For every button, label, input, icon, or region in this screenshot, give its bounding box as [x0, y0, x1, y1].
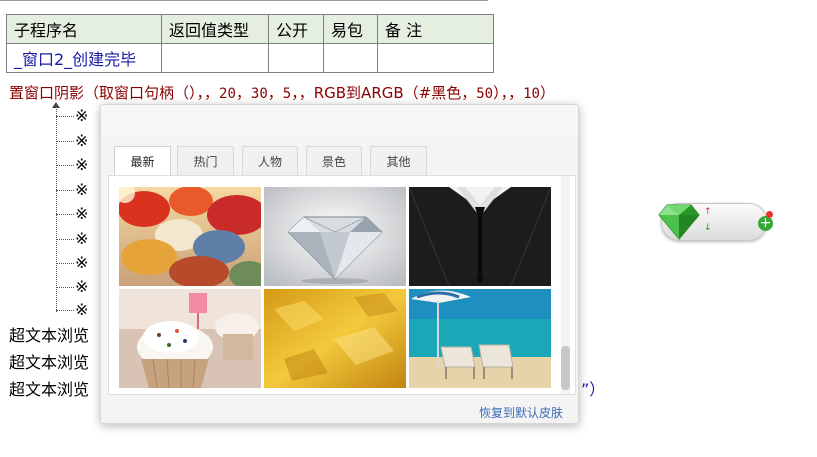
col-header-return-type: 返回值类型 — [161, 14, 269, 44]
code-call-text: 置窗口阴影（取窗口句柄（），， — [9, 84, 220, 102]
restore-default-skin-link[interactable]: 恢复到默认皮肤 — [479, 404, 563, 421]
code-sep: ，， — [291, 84, 314, 102]
tree-item-label: ※ — [75, 155, 89, 174]
notification-dot-icon — [766, 211, 773, 218]
code-line-shadow[interactable]: 置窗口阴影（取窗口句柄（），，20，30，5，，RGB到ARGB（#黑色，50）… — [9, 82, 555, 103]
skin-thumbnail-grid — [119, 187, 552, 388]
tree-item-label: ※ — [75, 180, 89, 199]
code-arg-1: 20 — [219, 86, 236, 102]
code-arg-2: 30 — [250, 86, 268, 102]
popup-header — [101, 105, 578, 135]
tab-popular[interactable]: 热门 — [177, 146, 234, 176]
skin-picker-popup: 最新 热门 人物 景色 其他 恢复到默认皮肤 — [100, 104, 579, 424]
col-header-easy-pack: 易包 — [323, 14, 378, 44]
tree-item-label: ※ — [75, 131, 89, 150]
code-close: ） — [539, 84, 555, 102]
skin-thumb-cupcakes[interactable] — [119, 289, 261, 388]
code-sep: ， — [235, 84, 251, 102]
code-sep: ， — [267, 84, 283, 102]
thumbnail-scrollbar[interactable] — [561, 176, 570, 394]
cell-sub-name[interactable]: _窗口2_创建完毕 — [6, 43, 162, 73]
upload-arrow-icon: ↑ — [704, 207, 712, 217]
code-sep: ），， — [493, 84, 524, 102]
cell-note[interactable] — [377, 43, 494, 73]
download-arrow-icon: ↓ — [704, 223, 712, 233]
cell-return-type[interactable] — [161, 43, 269, 73]
green-gem-icon[interactable] — [657, 199, 701, 241]
tree-item-label: ※ — [75, 106, 89, 125]
code-line-richtext[interactable]: 超文本浏览 — [9, 322, 89, 346]
code-arg-4: 50 — [476, 86, 494, 102]
cell-easy-pack[interactable] — [323, 43, 378, 73]
code-line-richtext[interactable]: 超文本浏览 — [9, 349, 89, 373]
cell-public[interactable] — [268, 43, 324, 73]
tree-item-label: ※ — [75, 229, 89, 248]
tree-item-label: ※ — [75, 277, 89, 296]
floating-speed-widget[interactable]: ↑ ↓ + — [655, 199, 773, 241]
col-header-name: 子程序名 — [6, 14, 162, 44]
col-header-note: 备 注 — [377, 14, 494, 44]
skin-thumb-beach-chairs[interactable] — [409, 289, 551, 388]
table-row[interactable]: _窗口2_创建完毕 — [6, 43, 494, 73]
tab-latest[interactable]: 最新 — [114, 146, 171, 177]
skin-thumbnail-panel — [108, 175, 576, 395]
skin-thumb-suit-tie[interactable] — [409, 187, 551, 286]
thumbnail-scrollbar-thumb[interactable] — [561, 346, 570, 390]
tab-other[interactable]: 其他 — [370, 146, 427, 176]
table-header-row: 子程序名 返回值类型 公开 易包 备 注 — [6, 14, 494, 44]
widget-add-button[interactable]: + — [758, 216, 773, 231]
tree-item-label: ※ — [75, 204, 89, 223]
code-line-tail: ”） — [581, 380, 606, 399]
code-arg-5: 10 — [523, 86, 540, 102]
skin-thumb-gold-texture[interactable] — [264, 289, 406, 388]
skin-thumb-diamond[interactable] — [264, 187, 406, 286]
code-rgb-call: RGB到ARGB（#黑色， — [313, 84, 477, 102]
code-arg-3: 5 — [282, 86, 292, 102]
top-rule — [0, 0, 488, 1]
skin-thumb-umbrellas[interactable] — [119, 187, 261, 286]
col-header-public: 公开 — [268, 14, 324, 44]
tab-people[interactable]: 人物 — [242, 146, 298, 176]
subroutine-table: 子程序名 返回值类型 公开 易包 备 注 _窗口2_创建完毕 — [6, 14, 494, 73]
code-line-richtext[interactable]: 超文本浏览 — [9, 376, 89, 400]
tab-scenery[interactable]: 景色 — [306, 146, 362, 176]
tree-item-label: ※ — [75, 253, 89, 272]
tree-item-label: ※ — [75, 300, 89, 319]
